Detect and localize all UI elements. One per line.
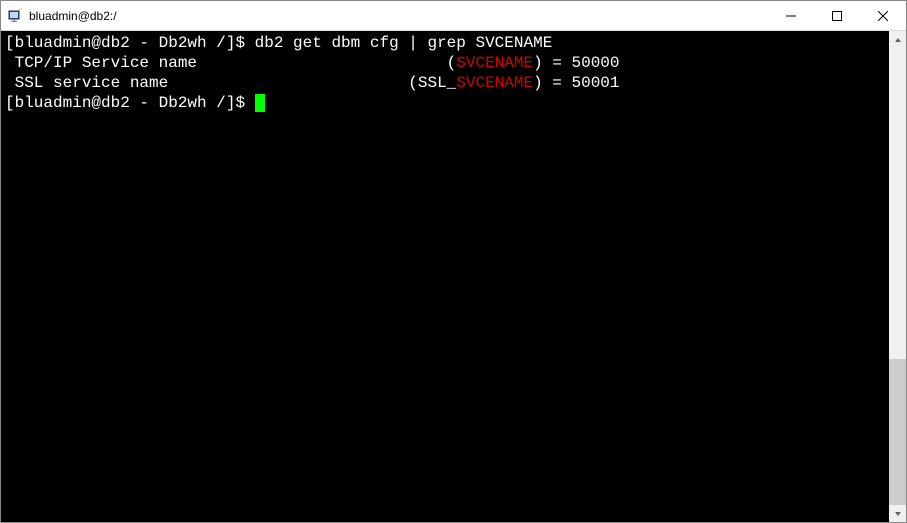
- putty-icon: [7, 8, 23, 24]
- titlebar[interactable]: bluadmin@db2:/: [1, 1, 906, 31]
- output-label: SSL service name: [5, 74, 168, 92]
- scroll-thumb[interactable]: [889, 359, 906, 505]
- vertical-scrollbar[interactable]: [889, 31, 906, 522]
- cursor: [255, 94, 265, 112]
- scroll-track[interactable]: [889, 48, 906, 505]
- scroll-down-arrow[interactable]: [889, 505, 906, 522]
- grep-highlight: SVCENAME: [456, 54, 533, 72]
- output-rest: ) = 50001: [533, 74, 619, 92]
- output-rest: ) = 50000: [533, 54, 619, 72]
- grep-highlight: SVCENAME: [456, 74, 533, 92]
- minimize-button[interactable]: [768, 1, 814, 30]
- command-text: db2 get dbm cfg | grep SVCENAME: [255, 34, 553, 52]
- putty-window: bluadmin@db2:/ [bluadmin@db2 - Db2wh /]$…: [0, 0, 907, 523]
- scroll-up-arrow[interactable]: [889, 31, 906, 48]
- terminal[interactable]: [bluadmin@db2 - Db2wh /]$ db2 get dbm cf…: [1, 31, 889, 522]
- window-buttons: [768, 1, 906, 30]
- prompt: [bluadmin@db2 - Db2wh /]$: [5, 34, 255, 52]
- output-pad: (: [197, 54, 456, 72]
- prompt: [bluadmin@db2 - Db2wh /]$: [5, 94, 255, 112]
- client-area: [bluadmin@db2 - Db2wh /]$ db2 get dbm cf…: [1, 31, 906, 522]
- maximize-button[interactable]: [814, 1, 860, 30]
- window-title: bluadmin@db2:/: [29, 9, 768, 23]
- output-pad: (SSL_: [168, 74, 456, 92]
- close-button[interactable]: [860, 1, 906, 30]
- output-label: TCP/IP Service name: [5, 54, 197, 72]
